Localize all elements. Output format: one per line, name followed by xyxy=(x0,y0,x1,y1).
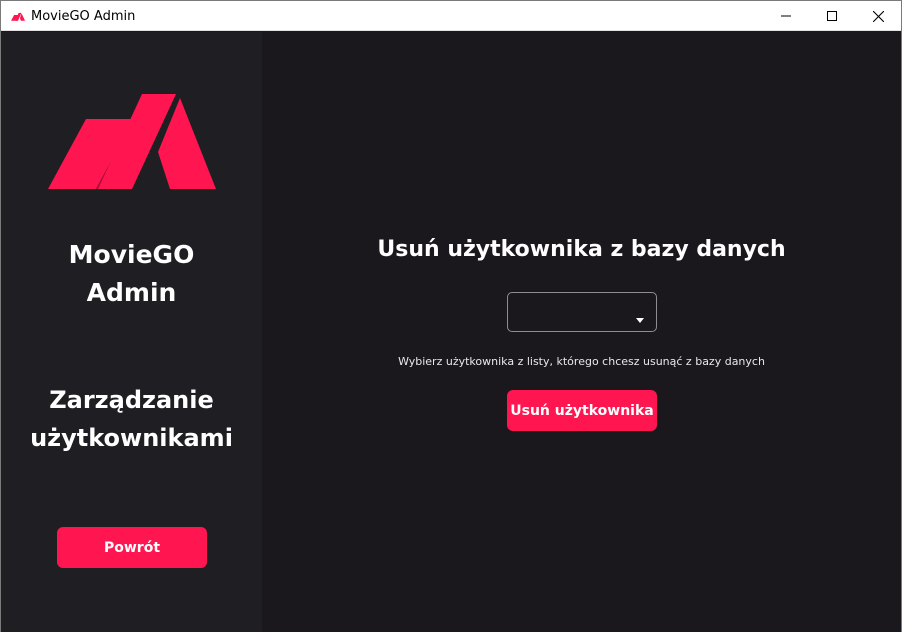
brand-line-2: Admin xyxy=(86,278,177,307)
close-button[interactable] xyxy=(855,1,901,31)
helper-text: Wybierz użytkownika z listy, którego chc… xyxy=(398,355,765,368)
title-bar[interactable]: MovieGO Admin xyxy=(1,1,901,31)
caret-down-icon xyxy=(636,310,644,328)
close-icon xyxy=(872,10,884,22)
section-line-1: Zarządzanie xyxy=(49,386,214,414)
brand-line-1: MovieGO xyxy=(68,240,195,269)
minimize-icon xyxy=(781,11,791,21)
maximize-button[interactable] xyxy=(809,1,855,31)
section-line-2: użytkownikami xyxy=(30,424,233,452)
maximize-icon xyxy=(827,11,837,21)
sidebar: MovieGO Admin Zarządzanie użytkownikami … xyxy=(1,32,262,632)
back-button[interactable]: Powrót xyxy=(57,527,207,568)
page-title: Usuń użytkownika z bazy danych xyxy=(377,237,786,262)
app-window: MovieGO Admin MovieGO Admin Zarządzanie … xyxy=(0,0,902,632)
section-title: Zarządzanie użytkownikami xyxy=(1,381,262,457)
moviego-logo xyxy=(46,92,218,192)
moviego-logo-icon xyxy=(11,10,25,22)
minimize-button[interactable] xyxy=(763,1,809,31)
delete-user-button[interactable]: Usuń użytkownika xyxy=(507,390,657,431)
main-panel: Usuń użytkownika z bazy danych Wybierz u… xyxy=(262,32,901,632)
window-title: MovieGO Admin xyxy=(31,9,136,24)
app-brand-name: MovieGO Admin xyxy=(1,236,262,312)
user-select-dropdown[interactable] xyxy=(507,292,657,332)
